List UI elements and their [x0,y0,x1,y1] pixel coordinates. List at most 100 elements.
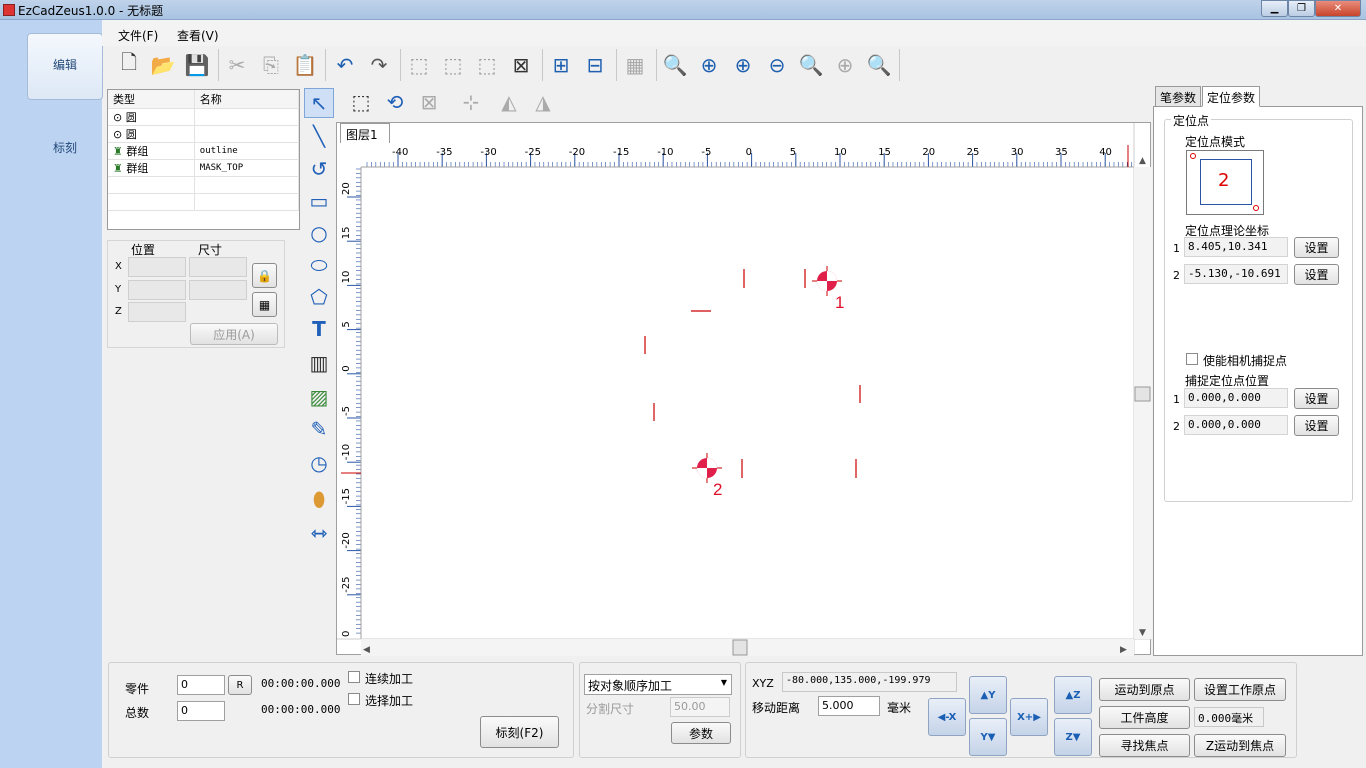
arrow-up-icon: ▲ [1065,689,1074,701]
tab-pen-params[interactable]: 笔参数 [1155,86,1202,107]
set-capture-2-button[interactable]: 设置 [1294,415,1339,436]
maximize-button[interactable]: ❐ [1288,0,1315,17]
barcode-tool-icon[interactable]: ▥ [304,348,334,378]
hatch-icon[interactable]: ▦ [620,48,650,82]
menu-file[interactable]: 文件(F) [118,27,158,44]
copy-icon[interactable]: ⎘ [256,48,286,82]
clock-icon[interactable]: ◷ [304,448,334,478]
image-tool-icon[interactable]: ▨ [304,382,334,412]
table-row[interactable]: ♜ 群组 outline [108,142,300,160]
save-icon[interactable]: 💾 [182,48,212,82]
ellipse-tool-icon[interactable]: ⬭ [304,250,334,280]
new-file-icon[interactable]: 🗋 [114,48,144,82]
select-process-checkbox[interactable] [348,693,360,705]
tab-layer-1[interactable]: 图层1 [340,123,390,143]
work-height-button[interactable]: 工件高度 [1099,706,1190,729]
close-button[interactable]: ✕ [1315,0,1361,17]
delete-selection-icon[interactable]: ⊠ [506,48,536,82]
pos-x-field[interactable] [128,257,186,277]
move-x-plus-button[interactable]: X+ ▶ [1010,698,1048,736]
mirror-v-icon[interactable]: ◮ [528,86,558,118]
redo-icon[interactable]: ↷ [364,48,394,82]
zoom-window-icon[interactable]: ⊕ [694,48,724,82]
move-z-plus-button[interactable]: ▲ Z [1054,676,1092,714]
align-icon[interactable]: ⊹ [456,86,486,118]
table-row[interactable]: ⊙ 圆 [108,108,300,126]
nav-mark-tab[interactable]: 标刻 [30,128,100,168]
extend-axis-icon[interactable]: ⇿ [304,518,334,548]
locate-mark-2[interactable] [692,453,722,483]
lock-icon[interactable]: 🔒 [252,263,277,288]
process-order-select[interactable]: 按对象顺序加工 ▼ [584,674,732,695]
split-size-field[interactable]: 50.00 [670,697,730,717]
reset-count-button[interactable]: R [228,675,252,695]
zoom-selection-icon[interactable]: 🔍 [796,48,826,82]
total-count-field[interactable]: 0 [177,701,225,721]
select-arrow-icon[interactable]: ↖ [304,88,334,118]
circle-tool-icon[interactable]: ○ [304,218,334,248]
rectangle-tool-icon[interactable]: ▭ [304,186,334,216]
part-count-field[interactable]: 0 [177,675,225,695]
grid-icon[interactable]: ▦ [252,292,277,317]
open-folder-icon[interactable]: 📂 [148,48,178,82]
group-select-icon[interactable]: ⬚ [404,48,434,82]
set-work-origin-button[interactable]: 设置工作原点 [1194,678,1286,701]
move-z-minus-button[interactable]: Z ▼ [1054,718,1092,756]
mark-button[interactable]: 标刻(F2) [480,716,559,748]
move-distance-label: 移动距离 [752,701,801,715]
find-focus-button[interactable]: 寻找焦点 [1099,734,1190,757]
vector-file-icon[interactable]: ✎ [304,414,334,444]
object-list[interactable]: 类型 名称 ⊙ 圆 ⊙ 圆 ♜ 群组 outline ♜ 群组 MASK_TOP [107,89,300,230]
zoom-in-icon[interactable]: ⊕ [728,48,758,82]
zoom-out-icon[interactable]: ⊖ [762,48,792,82]
delete-node-icon[interactable]: ⊠ [414,86,444,118]
move-distance-field[interactable]: 5.000 [818,696,880,716]
locate-mark-1[interactable] [812,266,842,296]
select-node-icon[interactable]: ⬚ [346,86,376,118]
horizontal-scroll-thumb[interactable] [732,639,748,656]
table-row[interactable]: ♜ 群组 MASK_TOP [108,159,300,177]
minimize-button[interactable]: ▁ [1261,0,1288,17]
combine-icon[interactable]: ⬚ [472,48,502,82]
move-y-minus-button[interactable]: Y ▼ [969,718,1007,756]
pos-y-field[interactable] [128,280,186,300]
params-button[interactable]: 参数 [671,722,731,744]
size-y-field[interactable] [189,280,247,300]
text-tool-icon[interactable]: T [304,314,334,344]
set-theory-2-button[interactable]: 设置 [1294,264,1339,285]
add-icon[interactable]: ⊞ [546,48,576,82]
zoom-fit-icon[interactable]: ⊕ [830,48,860,82]
line-tool-icon[interactable]: ╲ [304,121,334,151]
apply-button[interactable]: 应用(A) [190,323,278,345]
continuous-checkbox[interactable] [348,671,360,683]
locate-mode-selector[interactable]: 2 [1186,150,1264,215]
nav-edit-tab[interactable]: 编辑 [27,33,103,100]
undo-icon[interactable]: ↶ [330,48,360,82]
drawing-canvas[interactable]: -40 -35 -30 -25 -20 -15 -10 -5 0 5 10 15 20 25 30 35 40 … [336,122,1152,656]
io-signal-icon[interactable]: ⬮ [304,484,334,514]
rotate-select-icon[interactable]: ⟲ [380,86,410,118]
move-x-minus-button[interactable]: ◀ -X [928,698,966,736]
mark-label-1: 1 [835,293,844,312]
table-row[interactable]: ⊙ 圆 [108,125,300,143]
cut-icon[interactable]: ✂ [222,48,252,82]
curve-tool-icon[interactable]: ↺ [304,154,334,184]
vertical-scroll-thumb[interactable] [1134,386,1151,402]
menu-view[interactable]: 查看(V) [177,27,219,44]
camera-capture-checkbox[interactable] [1186,353,1198,365]
move-to-origin-button[interactable]: 运动到原点 [1099,678,1190,701]
set-theory-1-button[interactable]: 设置 [1294,237,1339,258]
pos-z-field[interactable] [128,302,186,322]
remove-icon[interactable]: ⊟ [580,48,610,82]
set-capture-1-button[interactable]: 设置 [1294,388,1339,409]
size-x-field[interactable] [189,257,247,277]
z-move-to-focus-button[interactable]: Z运动到焦点 [1194,734,1286,757]
ungroup-icon[interactable]: ⬚ [438,48,468,82]
tab-locate-params[interactable]: 定位参数 [1202,86,1261,107]
polygon-tool-icon[interactable]: ⬠ [304,282,334,312]
mirror-h-icon[interactable]: ◭ [494,86,524,118]
move-y-plus-button[interactable]: ▲ Y [969,676,1007,714]
zoom-all-icon[interactable]: 🔍 [660,48,690,82]
paste-icon[interactable]: 📋 [290,48,320,82]
zoom-page-icon[interactable]: 🔍 [864,48,894,82]
